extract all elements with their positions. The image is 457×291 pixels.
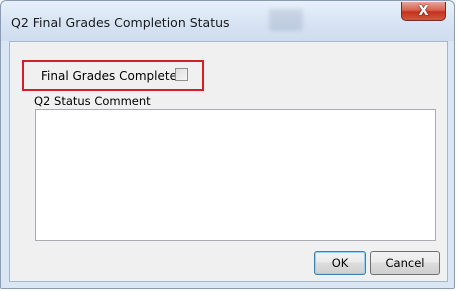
final-grades-checkbox[interactable]	[175, 68, 188, 81]
close-icon: X	[418, 3, 429, 19]
title-bar[interactable]: Q2 Final Grades Completion Status X	[1, 1, 454, 41]
final-grades-highlight: Final Grades Complete:	[22, 60, 204, 91]
background-blur	[269, 9, 303, 31]
cancel-button[interactable]: Cancel	[370, 251, 440, 275]
dialog-title: Q2 Final Grades Completion Status	[11, 15, 230, 30]
comment-label: Q2 Status Comment	[34, 94, 151, 108]
comment-textarea[interactable]	[35, 109, 436, 241]
ok-button[interactable]: OK	[314, 251, 366, 275]
dialog-window: Q2 Final Grades Completion Status X Fina…	[0, 0, 455, 289]
final-grades-label: Final Grades Complete:	[41, 69, 181, 83]
close-button[interactable]: X	[401, 2, 446, 21]
